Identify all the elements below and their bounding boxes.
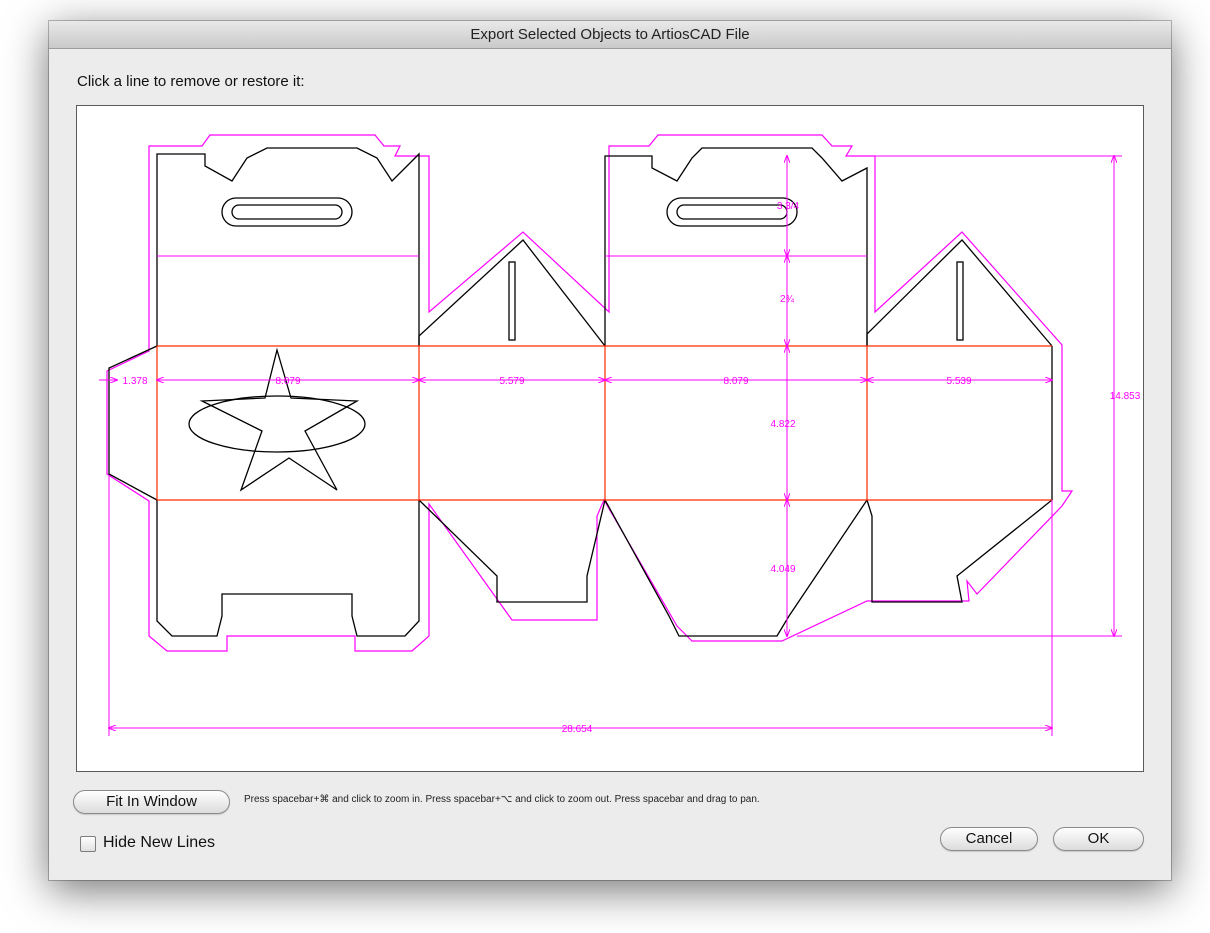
dim-panel3: 8.079 xyxy=(723,376,748,387)
dim-bottom-flap: 4.049 xyxy=(770,564,795,575)
dieline-drawing[interactable]: 1.378 8.079 5.579 8.079 5.539 4.822 3 3/… xyxy=(77,106,1143,771)
bleed-outline[interactable] xyxy=(106,134,1074,652)
drawing-canvas[interactable]: 1.378 8.079 5.579 8.079 5.539 4.822 3 3/… xyxy=(76,105,1144,772)
hide-new-lines-checkbox[interactable] xyxy=(80,836,96,852)
ok-button[interactable]: OK xyxy=(1053,827,1144,851)
dim-glue-flap: 1.378 xyxy=(122,376,147,387)
dimension-labels: 1.378 8.079 5.579 8.079 5.539 4.822 3 3/… xyxy=(122,201,1140,735)
dim-top-section: 2¾ xyxy=(780,294,795,305)
crease-lines[interactable] xyxy=(156,345,1052,501)
artwork-ellipse[interactable] xyxy=(188,395,366,453)
handle-hole-1-inner[interactable] xyxy=(231,204,343,220)
cut-panel3-top[interactable] xyxy=(604,147,868,346)
dim-panel1: 8.079 xyxy=(275,376,300,387)
cut-panel2-top[interactable] xyxy=(418,239,606,347)
cancel-button[interactable]: Cancel xyxy=(940,827,1038,851)
cut-panel1-bottom[interactable] xyxy=(156,500,420,637)
cut-panel1-top[interactable] xyxy=(156,147,420,346)
zoom-hint-text: Press spacebar+⌘ and click to zoom in. P… xyxy=(244,794,760,805)
dim-overall-height: 14.853 xyxy=(1110,391,1141,402)
instruction-text: Click a line to remove or restore it: xyxy=(77,73,305,90)
handle-hole-2-inner[interactable] xyxy=(676,204,788,220)
fit-in-window-button[interactable]: Fit In Window xyxy=(73,790,230,814)
dialog-title: Export Selected Objects to ArtiosCAD Fil… xyxy=(49,21,1171,49)
cut-panel2-bottom[interactable] xyxy=(418,499,606,603)
cut-glue-flap[interactable] xyxy=(108,345,158,501)
handle-hole-1[interactable] xyxy=(221,197,353,227)
cut-lines[interactable] xyxy=(108,147,1053,637)
dim-panel2: 5.579 xyxy=(499,376,524,387)
hide-new-lines-label[interactable]: Hide New Lines xyxy=(103,834,215,852)
slot-2[interactable] xyxy=(956,261,964,341)
artwork-star[interactable] xyxy=(199,347,360,492)
export-dialog: Export Selected Objects to ArtiosCAD Fil… xyxy=(49,21,1171,880)
dim-overall-width: 28.654 xyxy=(562,724,593,735)
cut-panel4-top[interactable] xyxy=(866,239,1053,347)
dim-panel4: 5.539 xyxy=(946,376,971,387)
dim-top-flap: 3 3/4 xyxy=(777,201,800,212)
dim-body-height: 4.822 xyxy=(770,419,795,430)
dimensions xyxy=(99,156,1122,736)
slot-1[interactable] xyxy=(508,261,516,341)
cut-panel3-bottom[interactable] xyxy=(604,499,868,637)
